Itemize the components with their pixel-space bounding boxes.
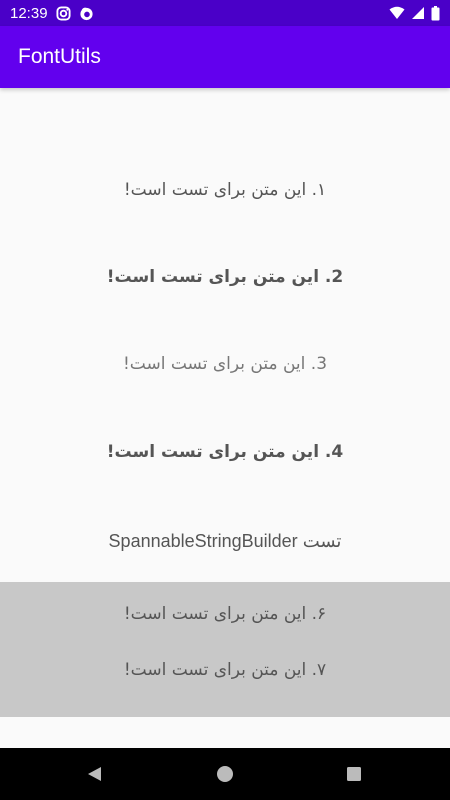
app-bar: FontUtils: [0, 26, 450, 88]
battery-icon: [431, 5, 440, 21]
status-bar: 12:39: [0, 0, 450, 26]
status-time: 12:39: [10, 4, 48, 22]
wifi-icon: [389, 6, 405, 20]
recents-icon[interactable]: [334, 754, 374, 794]
cellular-icon: [411, 6, 425, 20]
content-area: ۱. این متن برای تست است! 2. این متن برای…: [0, 88, 450, 748]
spannable-text: تست SpannableStringBuilder: [108, 531, 342, 551]
navigation-bar: [0, 748, 450, 800]
text-line-1: ۱. این متن برای تست است!: [123, 180, 327, 200]
home-icon[interactable]: [205, 754, 245, 794]
text-line-4: 4. این متن برای تست است!: [106, 442, 344, 462]
status-right: [389, 5, 440, 21]
instagram-icon: [56, 5, 71, 21]
firefox-icon: [79, 6, 94, 21]
app-title: FontUtils: [18, 45, 101, 68]
back-icon[interactable]: [75, 754, 115, 794]
text-line-3: 3. این متن برای تست است!: [122, 354, 328, 374]
status-left: 12:39: [10, 5, 94, 22]
text-line-7: ۷. این متن برای تست است!: [123, 660, 327, 680]
text-line-2: 2. این متن برای تست است!: [106, 267, 344, 287]
text-line-6: ۶. این متن برای تست است!: [123, 604, 327, 624]
highlighted-panel: ۶. این متن برای تست است! ۷. این متن برای…: [0, 582, 450, 717]
